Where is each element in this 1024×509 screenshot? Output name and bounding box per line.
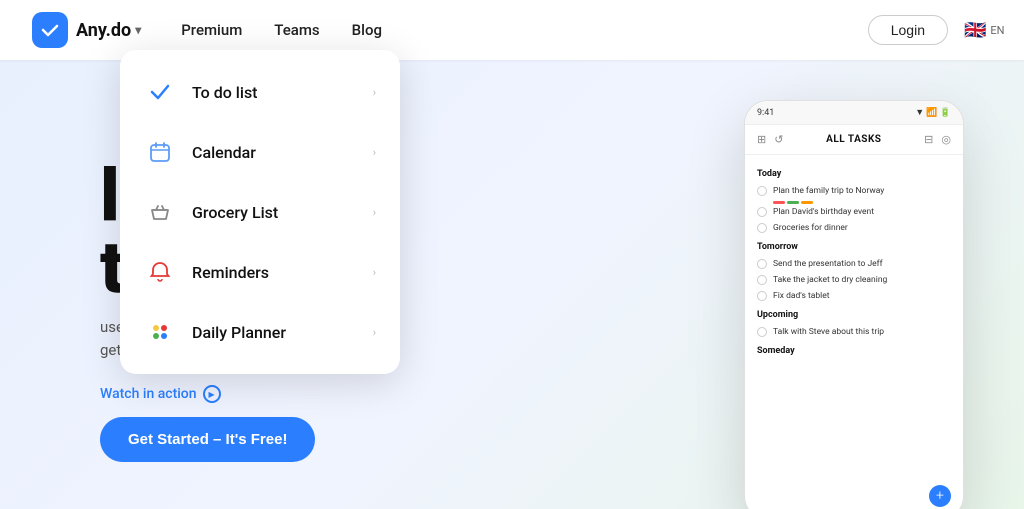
task-text: Plan David's birthday event (773, 207, 874, 217)
play-icon: ▶ (203, 385, 221, 403)
task-text: Talk with Steve about this trip (773, 327, 884, 337)
tag-green (787, 201, 799, 204)
phone-mockup: 9:41 ▼ 📶 🔋 ⊞ ↺ ALL TASKS ⊟ ◎ Today Plan … (744, 100, 964, 509)
phone-task-list: Today Plan the family trip to Norway Pla… (745, 155, 963, 368)
phone-time: 9:41 (757, 108, 774, 118)
dropdown-item-reminders[interactable]: Reminders › (120, 242, 400, 302)
nav-item-blog[interactable]: Blog (352, 21, 382, 39)
phone-icons: ▼ 📶 🔋 (915, 107, 951, 118)
task-checkbox[interactable] (757, 186, 767, 196)
tag-red (773, 201, 785, 204)
lang-label: EN (990, 24, 1004, 37)
basket-icon (144, 196, 176, 228)
dropdown-item-label-reminders: Reminders (192, 263, 373, 282)
task-text: Take the jacket to dry cleaning (773, 275, 887, 285)
task-item[interactable]: Groceries for dinner (757, 220, 951, 236)
nav-item-premium[interactable]: Premium (181, 21, 242, 39)
task-checkbox[interactable] (757, 259, 767, 269)
task-item[interactable]: Take the jacket to dry cleaning (757, 272, 951, 288)
phone-status-bar: 9:41 ▼ 📶 🔋 (745, 101, 963, 125)
task-item[interactable]: Plan David's birthday event (757, 204, 951, 220)
language-selector[interactable]: 🇬🇧 EN (964, 20, 992, 40)
phone-tab-label: ALL TASKS (826, 134, 881, 145)
task-item[interactable]: Send the presentation to Jeff (757, 256, 951, 272)
logo-chevron: ▾ (135, 23, 141, 37)
check-icon (144, 76, 176, 108)
chevron-right-icon: › (373, 146, 376, 159)
dropdown-item-label-calendar: Calendar (192, 143, 373, 162)
task-checkbox[interactable] (757, 327, 767, 337)
task-item[interactable]: Plan the family trip to Norway (757, 183, 951, 199)
chevron-right-icon: › (373, 266, 376, 279)
task-checkbox[interactable] (757, 275, 767, 285)
logo-link[interactable]: Any.do ▾ (76, 20, 141, 41)
task-text: Plan the family trip to Norway (773, 186, 884, 196)
dropdown-item-label-grocery: Grocery List (192, 203, 373, 222)
watch-link[interactable]: Watch in action ▶ (100, 385, 315, 403)
task-checkbox[interactable] (757, 223, 767, 233)
dots-icon (144, 316, 176, 348)
dropdown-item-planner[interactable]: Daily Planner › (120, 302, 400, 362)
chevron-right-icon: › (373, 206, 376, 219)
phone-toolbar-left: ⊞ ↺ (757, 133, 783, 146)
phone-toolbar-right: ⊟ ◎ (924, 133, 951, 146)
chevron-right-icon: › (373, 326, 376, 339)
task-checkbox[interactable] (757, 207, 767, 217)
calendar-icon (144, 136, 176, 168)
filter-icon[interactable]: ◎ (941, 133, 951, 146)
grid-icon[interactable]: ⊞ (757, 133, 766, 146)
login-button[interactable]: Login (868, 15, 948, 45)
bell-icon (144, 256, 176, 288)
header-right: Login 🇬🇧 EN (868, 15, 992, 45)
dropdown-item-todo[interactable]: To do list › (120, 62, 400, 122)
dropdown-menu: To do list › Calendar › Grocery List › (120, 50, 400, 374)
task-checkbox[interactable] (757, 291, 767, 301)
dropdown-item-label-planner: Daily Planner (192, 323, 373, 342)
section-someday: Someday (757, 346, 951, 356)
main-nav: Premium Teams Blog (181, 21, 382, 39)
dropdown-item-grocery[interactable]: Grocery List › (120, 182, 400, 242)
tag-orange (801, 201, 813, 204)
task-text: Send the presentation to Jeff (773, 259, 883, 269)
section-tomorrow: Tomorrow (757, 242, 951, 252)
dropdown-item-label-todo: To do list (192, 83, 373, 102)
task-item[interactable]: Talk with Steve about this trip (757, 324, 951, 340)
logo-icon[interactable] (32, 12, 68, 48)
add-task-button[interactable]: + (929, 485, 951, 507)
layout-icon[interactable]: ⊟ (924, 133, 933, 146)
chevron-right-icon: › (373, 86, 376, 99)
cta-button[interactable]: Get Started – It's Free! (100, 417, 315, 462)
section-upcoming: Upcoming (757, 310, 951, 320)
task-text: Groceries for dinner (773, 223, 848, 233)
nav-item-teams[interactable]: Teams (274, 21, 319, 39)
phone-toolbar: ⊞ ↺ ALL TASKS ⊟ ◎ (745, 125, 963, 155)
watch-label: Watch in action (100, 386, 197, 402)
task-text: Fix dad's tablet (773, 291, 829, 301)
section-today: Today (757, 169, 951, 179)
dropdown-item-calendar[interactable]: Calendar › (120, 122, 400, 182)
refresh-icon[interactable]: ↺ (774, 133, 783, 146)
logo-text: Any.do (76, 20, 131, 41)
task-item[interactable]: Fix dad's tablet (757, 288, 951, 304)
